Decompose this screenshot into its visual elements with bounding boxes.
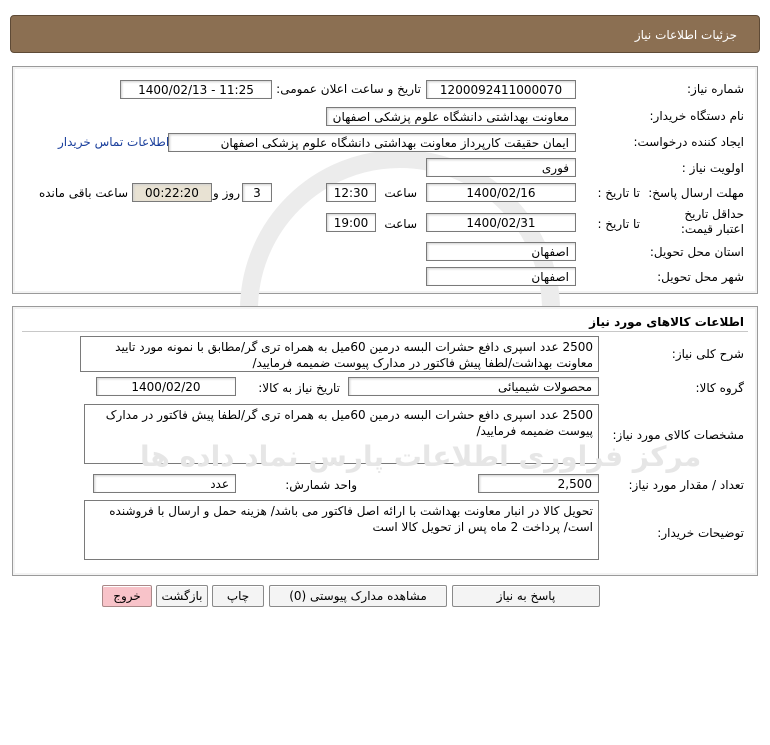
deadline-date-field: 1400/02/16: [426, 183, 576, 202]
spec-label: مشخصات کالای مورد نیاز:: [612, 428, 744, 442]
city-label: شهر محل تحویل:: [657, 270, 744, 284]
view-attachments-button[interactable]: مشاهده مدارک پیوستی (0): [269, 585, 447, 607]
deadline-time-field: 12:30: [326, 183, 376, 202]
province-field: اصفهان: [426, 242, 576, 261]
goods-group-field: محصولات شیمیائی: [348, 377, 599, 396]
unit-label: واحد شمارش:: [285, 478, 357, 492]
print-button[interactable]: چاپ: [212, 585, 264, 607]
section-divider: [22, 331, 748, 332]
time-remaining-field: 00:22:20: [132, 183, 212, 202]
province-label: استان محل تحویل:: [649, 245, 744, 259]
buyer-org-field: معاونت بهداشتی دانشگاه علوم پزشکی اصفهان: [326, 107, 576, 126]
need-number-label: شماره نیاز:: [687, 82, 744, 96]
unit-field: عدد: [93, 474, 236, 493]
need-number-field: 1200092411000070: [426, 80, 576, 99]
city-field: اصفهان: [426, 267, 576, 286]
priority-field: فوری: [426, 158, 576, 177]
creator-field: ایمان حقیقت کارپرداز معاونت بهداشتی دانش…: [168, 133, 576, 152]
goods-section-title: اطلاعات کالاهای مورد نیاز: [589, 315, 744, 329]
time-remaining-label: ساعت باقی مانده: [38, 186, 128, 200]
need-date-field: 1400/02/20: [96, 377, 236, 396]
quantity-field: 2,500: [478, 474, 599, 493]
reply-button[interactable]: پاسخ به نیاز: [452, 585, 600, 607]
announce-date-label: تاریخ و ساعت اعلان عمومی:: [276, 82, 421, 96]
need-date-label: تاریخ نیاز به کالا:: [258, 381, 340, 395]
back-button[interactable]: بازگشت: [156, 585, 208, 607]
days-label: روز و: [213, 186, 240, 200]
buyer-notes-field: تحویل کالا در انبار معاونت بهداشت با ارا…: [84, 500, 599, 560]
deadline-to-date-label: تا تاریخ :: [597, 186, 640, 200]
deadline-label: مهلت ارسال پاسخ:: [648, 186, 744, 200]
validity-time-label: ساعت: [384, 217, 417, 231]
deadline-time-label: ساعت: [384, 186, 417, 200]
creator-label: ایجاد کننده درخواست:: [633, 135, 744, 149]
need-info-panel: [12, 66, 758, 294]
validity-time-field: 19:00: [326, 213, 376, 232]
announce-date-field: 1400/02/13 - 11:25: [120, 80, 272, 99]
buyer-org-label: نام دستگاه خریدار:: [649, 109, 745, 123]
goods-group-label: گروه کالا:: [695, 381, 745, 395]
page-title: جزئیات اطلاعات نیاز: [634, 28, 737, 42]
validity-date-field: 1400/02/31: [426, 213, 576, 232]
page-header: جزئیات اطلاعات نیاز: [10, 15, 760, 53]
buyer-notes-label: توضیحات خریدار:: [657, 526, 744, 540]
spec-field: 2500 عدد اسپری دافع حشرات البسه درمین 60…: [84, 404, 599, 464]
summary-label: شرح کلی نیاز:: [671, 347, 744, 361]
validity-label: حداقل تاریخ اعتبار قیمت:: [680, 207, 744, 236]
summary-field: 2500 عدد اسپری دافع حشرات البسه درمین 60…: [80, 336, 599, 372]
exit-button[interactable]: خروج: [102, 585, 152, 607]
validity-to-date-label: تا تاریخ :: [597, 217, 640, 231]
priority-label: اولویت نیاز :: [681, 161, 744, 175]
buyer-contact-link[interactable]: اطلاعات تماس خریدار: [58, 135, 169, 149]
quantity-label: تعداد / مقدار مورد نیاز:: [628, 478, 744, 492]
days-remaining-field: 3: [242, 183, 272, 202]
